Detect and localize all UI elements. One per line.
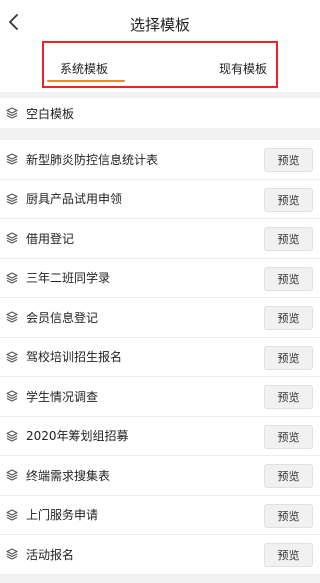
layers-icon xyxy=(5,310,19,324)
template-name: 2020年筹划组招募 xyxy=(26,429,129,444)
layers-icon xyxy=(5,508,19,522)
preview-button[interactable]: 预览 xyxy=(264,503,313,528)
blank-template-label: 空白模板 xyxy=(26,106,75,121)
template-row[interactable]: 新型肺炎防控信息统计表 预览 xyxy=(0,140,320,180)
template-name: 终端需求搜集表 xyxy=(26,468,111,483)
preview-button[interactable]: 预览 xyxy=(264,464,313,488)
preview-button[interactable]: 预览 xyxy=(264,345,313,370)
template-name: 厨具产品试用申领 xyxy=(26,192,123,207)
layers-icon xyxy=(5,271,19,285)
blank-template-item[interactable]: 空白模板 xyxy=(0,98,320,128)
template-name: 驾校培训招生报名 xyxy=(26,350,123,365)
template-name: 新型肺炎防控信息统计表 xyxy=(26,152,159,167)
template-row[interactable]: 学生情况调查 预览 xyxy=(0,377,320,417)
template-row[interactable]: 三年二班同学录 预览 xyxy=(0,259,320,298)
preview-button[interactable]: 预览 xyxy=(264,187,313,212)
active-tab-indicator xyxy=(47,80,125,82)
layers-icon xyxy=(5,192,19,206)
preview-button[interactable]: 预览 xyxy=(264,543,313,567)
template-row[interactable]: 驾校培训招生报名 预览 xyxy=(0,338,320,377)
layers-icon xyxy=(5,389,19,403)
preview-button[interactable]: 预览 xyxy=(264,148,313,172)
preview-button[interactable]: 预览 xyxy=(264,227,313,251)
template-name: 学生情况调查 xyxy=(26,389,99,404)
template-name: 三年二班同学录 xyxy=(26,271,111,286)
layers-icon xyxy=(5,429,19,443)
template-name: 会员信息登记 xyxy=(26,310,99,325)
template-row[interactable]: 厨具产品试用申领 预览 xyxy=(0,180,320,219)
preview-button[interactable]: 预览 xyxy=(264,385,313,409)
template-row[interactable]: 终端需求搜集表 预览 xyxy=(0,456,320,496)
template-name: 上门服务申请 xyxy=(26,508,99,523)
template-row[interactable]: 上门服务申请 预览 xyxy=(0,496,320,535)
layers-icon xyxy=(5,106,19,120)
layers-icon xyxy=(5,350,19,364)
tab-system-templates[interactable]: 系统模板 xyxy=(38,44,130,92)
layers-icon xyxy=(5,231,19,245)
template-row[interactable]: 活动报名 预览 xyxy=(0,535,320,575)
template-row[interactable]: 2020年筹划组招募 预览 xyxy=(0,417,320,456)
tab-bar: 系统模板 现有模板 xyxy=(0,44,320,92)
layers-icon xyxy=(5,547,19,561)
preview-button[interactable]: 预览 xyxy=(264,266,313,291)
layers-icon xyxy=(5,468,19,482)
preview-button[interactable]: 预览 xyxy=(264,424,313,449)
template-name: 借用登记 xyxy=(26,231,75,246)
preview-button[interactable]: 预览 xyxy=(264,306,313,330)
template-list: 新型肺炎防控信息统计表 预览 厨具产品试用申领 预览 借用登记 预览 三年二班同学录 预览 会员… xyxy=(0,140,320,575)
template-row[interactable]: 会员信息登记 预览 xyxy=(0,298,320,338)
template-name: 活动报名 xyxy=(26,547,75,562)
template-row[interactable]: 借用登记 预览 xyxy=(0,219,320,259)
page-title: 选择模板 xyxy=(129,16,190,34)
layers-icon xyxy=(5,152,19,166)
tab-existing-templates[interactable]: 现有模板 xyxy=(198,44,288,92)
nav-bar: 选择模板 xyxy=(0,0,320,44)
